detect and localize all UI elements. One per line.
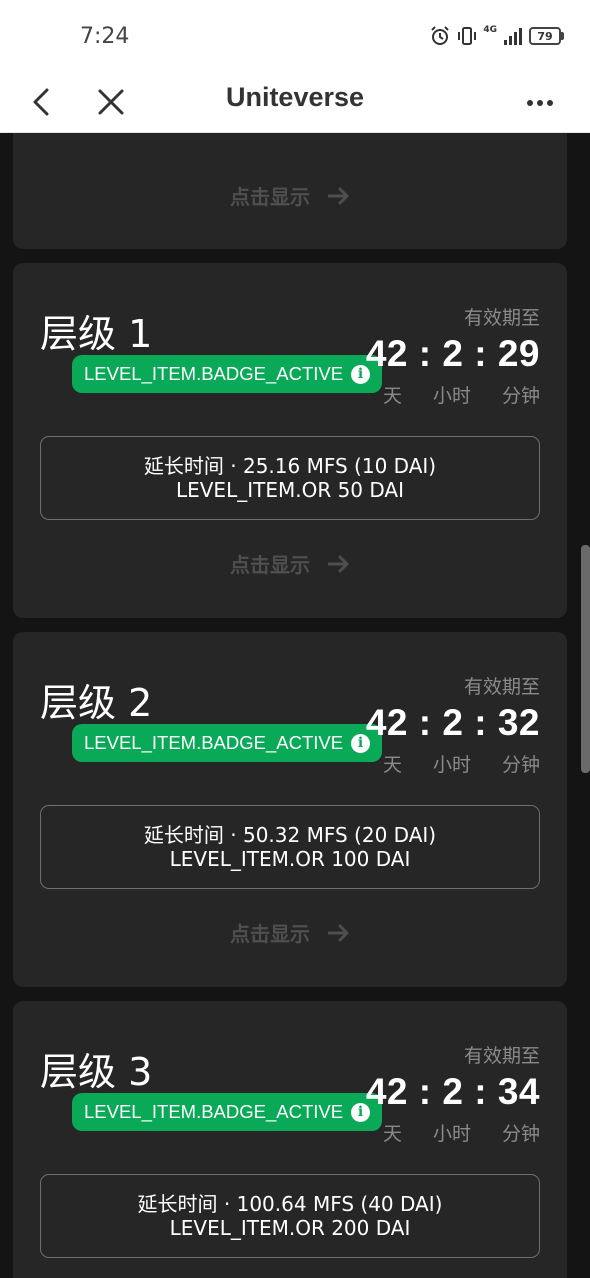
countdown-timer: 42 : 2 : 34 [365, 1071, 540, 1112]
valid-until-label: 有效期至 [463, 307, 540, 329]
level-card-partial: 点击显示 [13, 133, 567, 249]
level-title: 层级 2 [40, 681, 153, 725]
status-badge[interactable]: LEVEL_ITEM.BADGE_ACTIVE i [72, 1093, 383, 1131]
extend-time-button[interactable]: 延长时间 · 25.16 MFS (10 DAI) LEVEL_ITEM.OR … [40, 436, 540, 520]
extend-time-button[interactable]: 延长时间 · 100.64 MFS (40 DAI) LEVEL_ITEM.OR… [40, 1174, 540, 1258]
battery-level: 79 [537, 29, 553, 43]
level-card-1: 层级 1 LEVEL_ITEM.BADGE_ACTIVE i 有效期至 42 :… [13, 263, 567, 618]
reveal-link[interactable]: 点击显示 [13, 181, 567, 210]
countdown-timer: 42 : 2 : 32 [365, 702, 540, 743]
reveal-label: 点击显示 [230, 185, 310, 209]
reveal-label: 点击显示 [230, 922, 310, 946]
status-badge-label: LEVEL_ITEM.BADGE_ACTIVE [84, 363, 344, 384]
more-horizontal-icon [527, 100, 553, 106]
unit-minute: 分钟 [502, 1123, 541, 1145]
unit-hour: 小时 [433, 385, 472, 407]
reveal-link[interactable]: 点击显示 [13, 918, 567, 947]
signal-icon [504, 28, 522, 45]
extend-alt-price-line: LEVEL_ITEM.OR 200 DAI [169, 1216, 411, 1240]
unit-hour: 小时 [433, 754, 472, 776]
extend-alt-price-line: LEVEL_ITEM.OR 100 DAI [169, 847, 411, 871]
unit-day: 天 [383, 754, 403, 776]
arrow-right-icon [328, 924, 349, 941]
unit-hour: 小时 [433, 1123, 472, 1145]
arrow-right-icon [328, 187, 349, 204]
status-icons: 4G 79 [429, 25, 564, 47]
level-card-3: 层级 3 LEVEL_ITEM.BADGE_ACTIVE i 有效期至 42 :… [13, 1001, 567, 1278]
page-title: Uniteverse [225, 82, 365, 112]
app-bar: Uniteverse [0, 72, 590, 133]
more-options-button[interactable] [526, 80, 554, 124]
status-bar: 7:24 4G 79 [0, 0, 590, 72]
valid-until-label: 有效期至 [463, 1045, 540, 1067]
status-badge[interactable]: LEVEL_ITEM.BADGE_ACTIVE i [72, 724, 383, 762]
unit-minute: 分钟 [502, 385, 541, 407]
extend-price-line: 延长时间 · 50.32 MFS (20 DAI) [143, 823, 437, 847]
extend-alt-price-line: LEVEL_ITEM.OR 50 DAI [175, 478, 405, 502]
scrollbar[interactable] [581, 545, 590, 773]
reveal-label: 点击显示 [230, 553, 310, 577]
unit-day: 天 [383, 1123, 403, 1145]
countdown-timer: 42 : 2 : 29 [365, 333, 540, 374]
unit-minute: 分钟 [502, 754, 541, 776]
alarm-icon [431, 26, 450, 45]
status-badge-label: LEVEL_ITEM.BADGE_ACTIVE [84, 1101, 344, 1122]
network-type: 4G [483, 25, 497, 35]
valid-until-label: 有效期至 [463, 676, 540, 698]
battery-icon: 79 [529, 27, 564, 45]
level-title: 层级 1 [40, 312, 153, 356]
status-badge[interactable]: LEVEL_ITEM.BADGE_ACTIVE i [72, 355, 383, 393]
extend-time-button[interactable]: 延长时间 · 50.32 MFS (20 DAI) LEVEL_ITEM.OR … [40, 805, 540, 889]
status-badge-label: LEVEL_ITEM.BADGE_ACTIVE [84, 732, 344, 753]
arrow-right-icon [328, 555, 349, 572]
extend-price-line: 延长时间 · 25.16 MFS (10 DAI) [143, 454, 437, 478]
unit-day: 天 [383, 385, 403, 407]
status-time: 7:24 [80, 24, 130, 49]
level-card-2: 层级 2 LEVEL_ITEM.BADGE_ACTIVE i 有效期至 42 :… [13, 632, 567, 987]
level-title: 层级 3 [40, 1050, 153, 1094]
level-list[interactable]: 点击显示 层级 1 LEVEL_ITEM.BADGE_ACTIVE i 有效期至… [0, 133, 590, 1278]
vibrate-icon [458, 27, 477, 45]
extend-price-line: 延长时间 · 100.64 MFS (40 DAI) [137, 1192, 443, 1216]
reveal-link[interactable]: 点击显示 [13, 549, 567, 578]
